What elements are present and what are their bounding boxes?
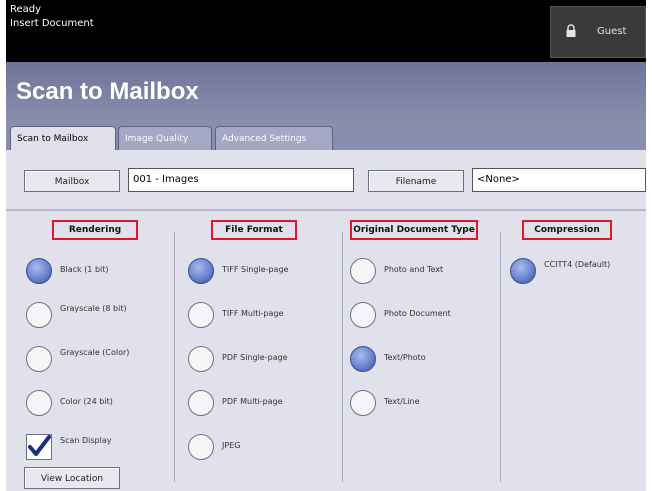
option-label: Photo and Text (384, 265, 444, 274)
rendering-header: Rendering (52, 220, 138, 240)
rendering-option-grayscale-color[interactable]: Grayscale (Color) (26, 346, 196, 376)
tab-scan-to-mailbox[interactable]: Scan to Mailbox (10, 126, 116, 151)
option-label: Color (24 bit) (60, 397, 113, 406)
scan-screen: Ready Insert Document Guest Scan to Mail… (6, 0, 646, 491)
option-label: CCITT4 (Default) (544, 260, 611, 269)
radio-selected[interactable] (510, 258, 536, 284)
file-format-header: File Format (211, 220, 297, 240)
compression-option-ccitt4[interactable]: CCITT4 (Default) (510, 258, 640, 288)
guest-button[interactable]: Guest (550, 6, 646, 58)
option-label: Photo Document (384, 309, 451, 318)
original-type-option-text-line[interactable]: Text/Line (350, 390, 520, 420)
section-divider (6, 209, 646, 211)
radio-unselected[interactable] (188, 434, 214, 460)
filename-field[interactable]: <None> (472, 168, 646, 192)
option-label: Text/Photo (384, 353, 426, 362)
radio-unselected[interactable] (350, 390, 376, 416)
radio-unselected[interactable] (350, 302, 376, 328)
page-header: Scan to Mailbox (6, 62, 646, 122)
original-type-option-text-photo[interactable]: Text/Photo (350, 346, 520, 376)
rendering-option-black[interactable]: Black (1 bit) (26, 258, 196, 288)
checkmark-icon (28, 435, 51, 456)
radio-unselected[interactable] (188, 302, 214, 328)
option-label: PDF Multi-page (222, 397, 283, 406)
radio-unselected[interactable] (188, 390, 214, 416)
file-format-option-tiff-single[interactable]: TIFF Single-page (188, 258, 358, 288)
file-format-option-pdf-single[interactable]: PDF Single-page (188, 346, 358, 376)
rendering-option-color[interactable]: Color (24 bit) (26, 390, 196, 420)
option-label: Black (1 bit) (60, 265, 109, 274)
tab-advanced-settings[interactable]: Advanced Settings (215, 126, 333, 150)
scan-settings-panel: Mailbox 001 - Images Filename <None> Ren… (6, 150, 646, 491)
file-format-option-tiff-multi[interactable]: TIFF Multi-page (188, 302, 358, 332)
compression-header: Compression (522, 220, 612, 240)
status-bar: Ready Insert Document Guest (6, 0, 646, 62)
option-label: Grayscale (8 bit) (60, 304, 127, 313)
option-label: TIFF Multi-page (222, 309, 284, 318)
option-label: JPEG (222, 441, 241, 450)
radio-selected[interactable] (26, 258, 52, 284)
radio-unselected[interactable] (188, 346, 214, 372)
option-label: TIFF Single-page (222, 265, 289, 274)
radio-selected[interactable] (188, 258, 214, 284)
lock-icon (566, 24, 576, 37)
file-format-option-pdf-multi[interactable]: PDF Multi-page (188, 390, 358, 420)
original-type-header: Original Document Type (350, 220, 478, 240)
checkbox[interactable] (26, 434, 52, 460)
mailbox-button[interactable]: Mailbox (24, 170, 120, 192)
radio-unselected[interactable] (26, 346, 52, 372)
mailbox-field[interactable]: 001 - Images (128, 168, 354, 192)
status-line-ready: Ready (10, 4, 42, 15)
radio-selected[interactable] (350, 346, 376, 372)
tab-image-quality[interactable]: Image Quality (118, 126, 212, 150)
rendering-option-grayscale[interactable]: Grayscale (8 bit) (26, 302, 196, 332)
page-title: Scan to Mailbox (16, 78, 199, 105)
tab-bar: Scan to Mailbox Image Quality Advanced S… (6, 122, 646, 151)
radio-unselected[interactable] (26, 390, 52, 416)
option-label: PDF Single-page (222, 353, 288, 362)
original-type-option-photo-doc[interactable]: Photo Document (350, 302, 520, 332)
filename-button[interactable]: Filename (368, 170, 464, 192)
radio-unselected[interactable] (26, 302, 52, 328)
status-line-insert: Insert Document (10, 18, 94, 29)
option-label: Scan Display (60, 436, 112, 445)
radio-unselected[interactable] (350, 258, 376, 284)
original-type-option-photo-text[interactable]: Photo and Text (350, 258, 520, 288)
file-format-option-jpeg[interactable]: JPEG (188, 434, 358, 464)
view-location-button[interactable]: View Location (24, 467, 120, 489)
option-label: Grayscale (Color) (60, 348, 130, 357)
scan-display-checkbox[interactable]: Scan Display (26, 434, 196, 464)
guest-label: Guest (597, 26, 627, 37)
option-label: Text/Line (384, 397, 420, 406)
